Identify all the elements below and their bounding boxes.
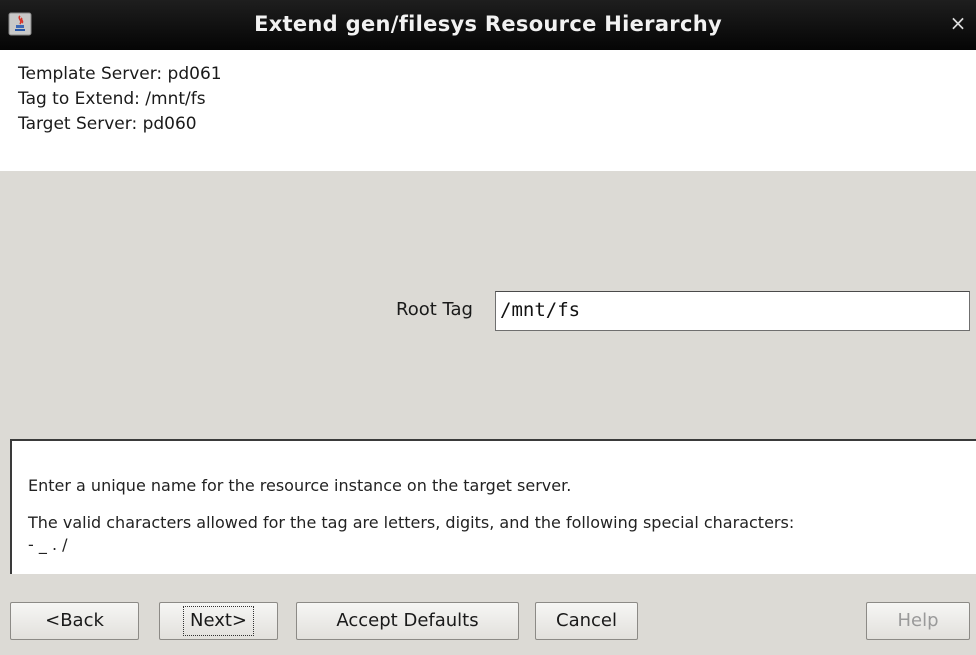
description-line-3: - _ . / <box>28 534 976 556</box>
target-server-text: Target Server: pd060 <box>18 112 976 137</box>
cancel-button-label: Cancel <box>556 610 617 631</box>
window-title: Extend gen/filesys Resource Hierarchy <box>0 12 976 36</box>
back-button-label: <Back <box>45 610 104 631</box>
close-icon[interactable]: × <box>948 13 968 33</box>
description-line-2: The valid characters allowed for the tag… <box>28 512 976 534</box>
button-bar: <Back Next> Accept Defaults Cancel Help <box>0 574 976 655</box>
help-button[interactable]: Help <box>866 602 970 640</box>
help-button-label: Help <box>897 610 938 631</box>
next-button-label: Next> <box>183 606 254 636</box>
root-tag-input[interactable]: /mnt/fs <box>495 291 970 331</box>
tag-to-extend-text: Tag to Extend: /mnt/fs <box>18 87 976 112</box>
root-tag-label: Root Tag <box>396 299 473 320</box>
description-panel: Enter a unique name for the resource ins… <box>10 439 976 574</box>
accept-defaults-button-label: Accept Defaults <box>336 610 478 631</box>
form-area: Root Tag /mnt/fs <box>0 171 976 439</box>
description-line-1: Enter a unique name for the resource ins… <box>28 475 976 497</box>
accept-defaults-button[interactable]: Accept Defaults <box>296 602 519 640</box>
template-server-text: Template Server: pd061 <box>18 62 976 87</box>
back-button[interactable]: <Back <box>10 602 139 640</box>
next-button[interactable]: Next> <box>159 602 278 640</box>
cancel-button[interactable]: Cancel <box>535 602 638 640</box>
info-panel: Template Server: pd061 Tag to Extend: /m… <box>0 50 976 171</box>
window-titlebar: Extend gen/filesys Resource Hierarchy × <box>0 0 976 50</box>
